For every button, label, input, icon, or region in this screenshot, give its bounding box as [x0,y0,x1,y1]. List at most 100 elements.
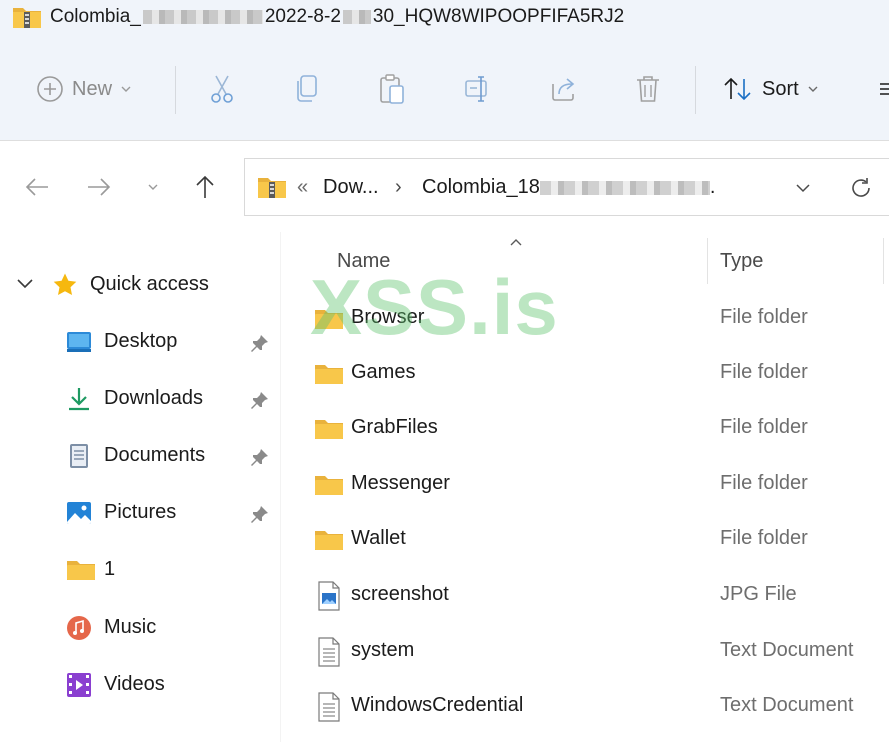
folder-icon [315,476,343,495]
quick-access-label: Quick access [90,273,209,295]
chevron-down-icon[interactable] [16,278,34,290]
chevron-down-icon [121,86,131,92]
nav-item-downloads[interactable]: Downloads [0,378,280,418]
file-row-games[interactable]: Games File folder [300,347,889,399]
address-history-chevron-icon[interactable] [795,183,811,193]
new-button[interactable]: New [36,72,132,106]
recent-locations-button[interactable] [138,172,168,202]
file-name: Games [351,361,416,383]
file-row-system[interactable]: system Text Document [300,625,889,677]
breadcrumb-current[interactable]: Colombia_18. [422,176,715,199]
arrow-up-icon [196,175,214,198]
up-button[interactable] [190,172,220,202]
rename-button[interactable] [464,72,494,106]
file-type: File folder [720,361,808,383]
nav-item-label: Desktop [104,330,178,352]
scissors-icon [211,75,233,103]
file-type: Text Document [720,639,854,661]
file-name: WindowsCredential [351,694,524,716]
file-type: File folder [720,416,808,438]
folder-icon [315,420,343,439]
nav-item-folder-1[interactable]: 1 [0,549,280,589]
nav-item-label: 1 [104,558,116,580]
window-title-prefix: Colombia_ [50,6,141,27]
file-name: Browser [351,306,425,328]
star-icon [53,273,77,295]
pictures-icon [67,502,91,524]
nav-item-videos[interactable]: Videos [0,664,280,704]
breadcrumb-separator: › [395,176,402,198]
breadcrumb-downloads[interactable]: Dow... [323,176,379,199]
window-title-end: 30_HQW8WIPOOPFIFA5RJ2 [372,6,625,27]
documents-icon [70,444,88,468]
file-type: File folder [720,306,808,328]
title-bar: Colombia_ 2022-8-2 30_HQW8WIPOOPFIFA5RJ2 [0,0,889,36]
file-type: File folder [720,472,808,494]
file-row-wallet[interactable]: Wallet File folder [300,513,889,565]
back-button[interactable] [22,172,52,202]
text-file-icon [318,692,340,722]
redacted-text [539,180,710,195]
arrow-left-icon [25,178,48,196]
file-type: File folder [720,527,808,549]
file-name: GrabFiles [351,416,438,438]
zip-folder-icon [258,178,286,198]
address-bar[interactable]: « Dow... › Colombia_18. [244,158,889,216]
share-icon [552,78,575,101]
toolbar-divider [175,66,176,114]
plus-circle-icon [37,76,63,102]
file-type: Text Document [720,694,854,716]
file-row-screenshot[interactable]: screenshot JPG File [300,569,889,621]
share-button[interactable] [549,72,579,106]
file-row-browser[interactable]: Browser File folder [300,292,889,344]
nav-quick-access[interactable]: Quick access [0,264,280,304]
trash-icon [637,76,659,102]
nav-item-documents[interactable]: Documents [0,435,280,475]
rename-icon [465,76,487,102]
folder-icon [67,561,95,580]
forward-button[interactable] [84,172,114,202]
window-title-suffix: 2022-8-2 [264,6,341,27]
column-divider[interactable] [707,238,708,284]
pin-icon[interactable] [250,447,270,467]
redacted-text [342,9,371,24]
copy-icon [297,75,317,102]
desktop-icon [67,332,91,352]
nav-item-label: Music [104,616,157,638]
nav-item-label: Documents [104,444,206,466]
zip-folder-icon [13,8,41,28]
view-button[interactable] [878,72,889,106]
column-header-name[interactable]: Name [337,250,390,273]
paste-button[interactable] [378,72,406,106]
file-type: JPG File [720,583,797,605]
breadcrumb-current-end: . [709,176,716,198]
nav-item-music[interactable]: Music [0,607,280,647]
column-header-type[interactable]: Type [720,250,763,273]
file-row-grabfiles[interactable]: GrabFiles File folder [300,402,889,454]
text-file-icon [318,637,340,667]
address-overflow-chevrons[interactable]: « [297,176,308,199]
music-icon [67,616,91,640]
delete-button[interactable] [634,72,662,106]
nav-item-label: Videos [104,673,165,695]
nav-item-label: Downloads [104,387,203,409]
nav-item-pictures[interactable]: Pictures [0,492,280,532]
refresh-icon[interactable] [849,176,873,200]
nav-item-desktop[interactable]: Desktop [0,321,280,361]
arrow-right-icon [88,178,111,196]
sort-ascending-icon [510,239,522,246]
file-name: screenshot [351,583,449,605]
pin-icon[interactable] [250,333,270,353]
file-row-messenger[interactable]: Messenger File folder [300,458,889,510]
copy-button[interactable] [294,72,320,106]
file-name: system [351,639,415,661]
file-row-windowscredential[interactable]: WindowsCredential Text Document [300,680,889,732]
column-divider[interactable] [883,238,884,284]
pin-icon[interactable] [250,390,270,410]
sort-button[interactable]: Sort [722,72,819,106]
pin-icon[interactable] [250,504,270,524]
chevron-down-icon [148,184,158,190]
cut-button[interactable] [208,72,236,106]
window-title: Colombia_ 2022-8-2 30_HQW8WIPOOPFIFA5RJ2 [50,6,624,28]
nav-item-label: Pictures [104,501,177,523]
